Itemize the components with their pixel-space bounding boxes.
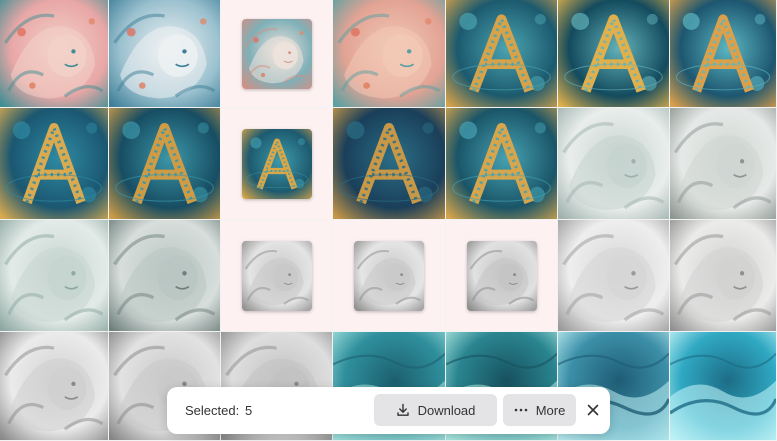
gallery-image <box>242 19 312 89</box>
download-button[interactable]: Download <box>374 394 497 426</box>
gallery-tile[interactable] <box>109 108 220 219</box>
gallery-image <box>0 332 108 440</box>
gallery-image <box>333 108 445 219</box>
gallery-tile[interactable] <box>558 220 669 331</box>
gallery-image <box>467 241 537 311</box>
download-icon <box>396 403 410 417</box>
gallery-image <box>242 241 312 311</box>
gallery-tile[interactable] <box>670 332 776 440</box>
gallery-image <box>242 129 312 199</box>
gallery-tile-selected[interactable] <box>446 220 557 331</box>
close-selection-button[interactable] <box>584 401 602 419</box>
gallery-image <box>558 220 669 331</box>
image-gallery-grid <box>0 0 777 441</box>
selected-count: 5 <box>245 403 253 418</box>
gallery-image <box>333 0 445 107</box>
selected-label: Selected: <box>185 403 240 418</box>
download-button-label: Download <box>417 402 476 418</box>
gallery-tile[interactable] <box>446 0 557 107</box>
gallery-tile[interactable] <box>109 0 220 107</box>
gallery-tile-selected[interactable] <box>221 0 332 107</box>
gallery-tile[interactable] <box>670 108 776 219</box>
gallery-tile[interactable] <box>333 0 445 107</box>
gallery-image <box>558 0 669 107</box>
gallery-image <box>670 108 776 219</box>
gallery-tile[interactable] <box>0 0 108 107</box>
gallery-tile[interactable] <box>0 108 108 219</box>
gallery-tile[interactable] <box>109 220 220 331</box>
gallery-image <box>0 108 108 219</box>
gallery-image <box>446 0 557 107</box>
gallery-tile-selected[interactable] <box>333 220 445 331</box>
close-icon <box>584 401 602 419</box>
gallery-tile-selected[interactable] <box>221 108 332 219</box>
gallery-image <box>670 332 776 440</box>
gallery-tile[interactable] <box>0 332 108 440</box>
gallery-image <box>0 0 108 107</box>
gallery-tile[interactable] <box>670 0 776 107</box>
gallery-tile-selected[interactable] <box>221 220 332 331</box>
more-button-label: More <box>535 402 566 418</box>
gallery-tile[interactable] <box>333 108 445 219</box>
gallery-image <box>109 220 220 331</box>
gallery-image <box>670 0 776 107</box>
gallery-image <box>0 220 108 331</box>
gallery-image <box>670 220 776 331</box>
gallery-tile[interactable] <box>446 108 557 219</box>
gallery-image <box>109 0 220 107</box>
more-horizontal-icon <box>514 408 528 412</box>
gallery-tile[interactable] <box>0 220 108 331</box>
gallery-tile[interactable] <box>558 108 669 219</box>
gallery-image <box>354 241 424 311</box>
selection-toolbar: Selected: 5 Download More <box>167 387 610 434</box>
more-button[interactable]: More <box>503 394 576 426</box>
gallery-image <box>558 108 669 219</box>
gallery-image <box>109 108 220 219</box>
gallery-tile[interactable] <box>558 0 669 107</box>
gallery-tile[interactable] <box>670 220 776 331</box>
gallery-image <box>446 108 557 219</box>
